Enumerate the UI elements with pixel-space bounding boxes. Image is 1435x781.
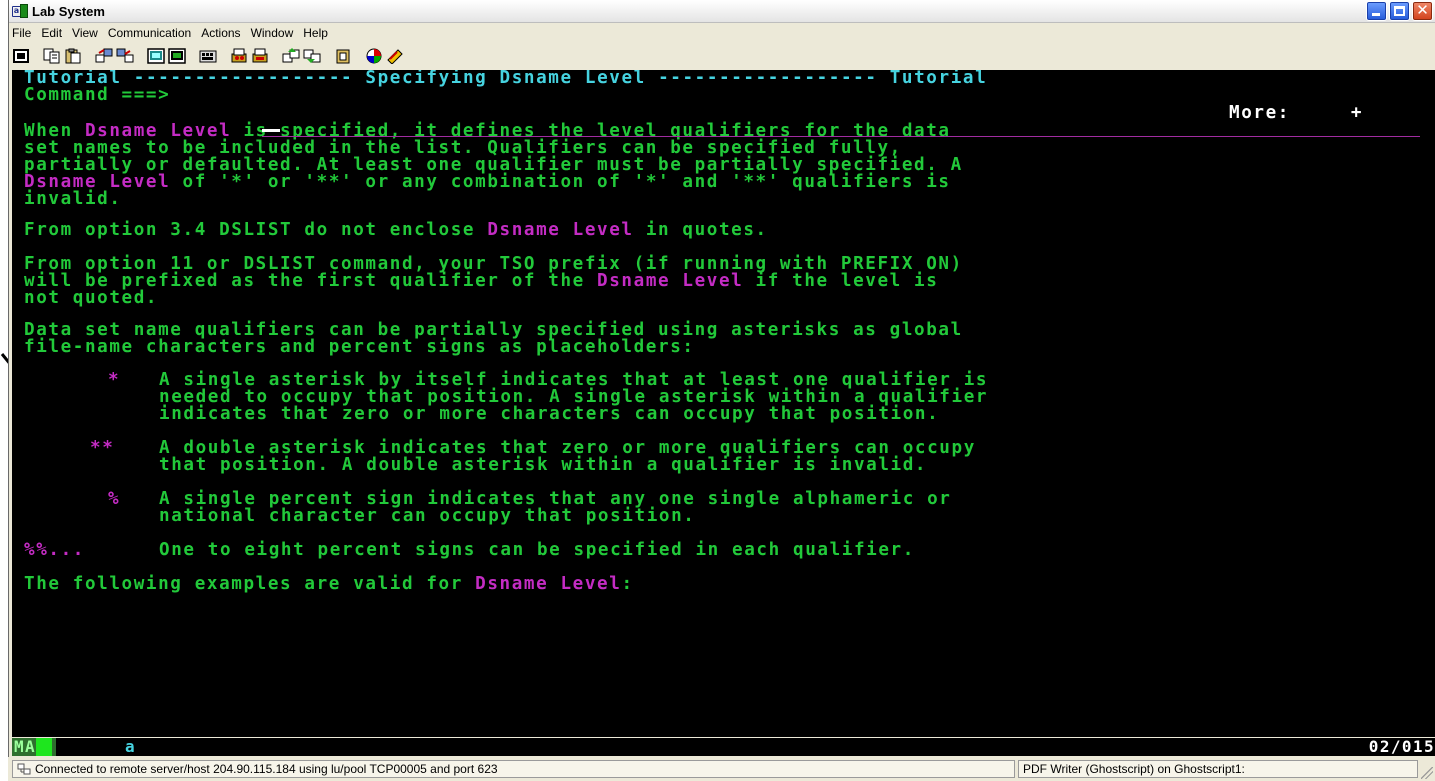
transfer-up-icon [282,48,300,63]
macro-record-button[interactable] [146,46,166,66]
printer-status: PDF Writer (Ghostscript) on Ghostscript1… [1018,760,1418,778]
copy-button[interactable] [42,46,62,66]
maximize-button[interactable] [1389,1,1410,21]
maximize-icon [1394,6,1405,16]
close-button[interactable]: ✕ [1412,1,1433,21]
help-button[interactable] [385,46,405,66]
item-line: national character can occupy that posit… [159,506,696,526]
more-indicator: More: + [1229,103,1364,123]
transfer-down-button[interactable] [302,46,322,66]
terminal-screen[interactable]: Tutorial ------------------ Specifying D… [12,70,1435,737]
menu-edit[interactable]: Edit [36,26,67,40]
window-title: Lab System [32,3,105,19]
connection-status: Connected to remote server/host 204.90.1… [12,760,1015,778]
item-line: that position. A double asterisk within … [159,455,928,475]
header-dashes-right: ------------------ [658,70,878,88]
item-line: One to eight percent signs can be specif… [159,540,915,560]
header-right-label: Tutorial [889,70,988,88]
mode-indicator: MA [12,738,56,756]
menu-bar: File Edit View Communication Actions Win… [9,23,1435,43]
print-screen-icon [231,48,247,63]
text-line: not quoted. [24,288,159,308]
send-button[interactable] [94,46,114,66]
printer-text: PDF Writer (Ghostscript) on Ghostscript1… [1023,762,1245,776]
item-symbol: %%... [24,540,85,560]
print-screen-button[interactable] [229,46,249,66]
minimize-button[interactable] [1366,1,1387,21]
screen-button[interactable] [11,46,31,66]
minimize-icon [1372,13,1380,16]
toolbar [9,44,1435,68]
item-symbol: % [108,489,121,509]
resize-grip[interactable] [1421,767,1433,779]
title-bar[interactable]: a Lab System ✕ [9,0,1435,23]
text-line: The following examples are valid for Dsn… [24,574,634,594]
transfer-down-icon [303,49,321,63]
macro-record-icon [147,48,165,64]
status-bar: Connected to remote server/host 204.90.1… [8,757,1435,781]
menu-communication[interactable]: Communication [103,26,196,40]
command-input-field[interactable] [262,136,1420,137]
print-button[interactable] [250,46,270,66]
command-label: Command ===> [24,85,171,105]
menu-file[interactable]: File [9,26,36,40]
text-line: will be prefixed as the first qualifier … [24,271,939,291]
text-cursor [262,129,280,132]
text-line: Dsname Level of '*' or '**' or any combi… [24,172,951,192]
cursor-position: 02/015 [1368,737,1435,756]
color-button[interactable] [364,46,384,66]
keypad-icon [199,50,217,63]
clipboard-icon [336,49,350,64]
dsname-level-highlight: Dsname Level [487,220,634,240]
menu-help[interactable]: Help [298,26,333,40]
paste-icon [65,48,81,64]
text-line: From option 3.4 DSLIST do not enclose Ds… [24,220,768,240]
close-icon: ✕ [1416,1,1429,19]
paste-button[interactable] [63,46,83,66]
operator-info-area: MA a 02/015 [12,738,1435,756]
item-symbol: ** [90,438,115,458]
connection-text: Connected to remote server/host 204.90.1… [35,762,498,776]
macro-play-button[interactable] [167,46,187,66]
app-icon[interactable]: a [12,4,28,18]
menu-actions[interactable]: Actions [196,26,245,40]
receive-icon [116,48,134,63]
dsname-level-highlight: Dsname Level [475,574,622,594]
copy-icon [43,48,60,64]
item-symbol: * [108,370,121,390]
macro-play-icon [168,48,186,64]
text-line: invalid. [24,189,122,209]
item-line: indicates that zero or more characters c… [159,404,940,424]
color-icon [366,48,382,64]
print-icon [252,48,268,63]
menu-window[interactable]: Window [246,26,299,40]
dsname-level-highlight: Dsname Level [597,271,744,291]
text-line: file-name characters and percent signs a… [24,337,695,357]
panel-title: Specifying Dsname Level [365,70,646,88]
session-indicator: a [125,737,137,756]
help-icon [387,49,403,64]
keypad-button[interactable] [198,46,218,66]
network-icon [17,763,31,775]
screen-icon [13,49,29,63]
clipboard-button[interactable] [333,46,353,66]
transfer-up-button[interactable] [281,46,301,66]
send-icon [95,48,113,63]
receive-button[interactable] [115,46,135,66]
menu-view[interactable]: View [67,26,103,40]
